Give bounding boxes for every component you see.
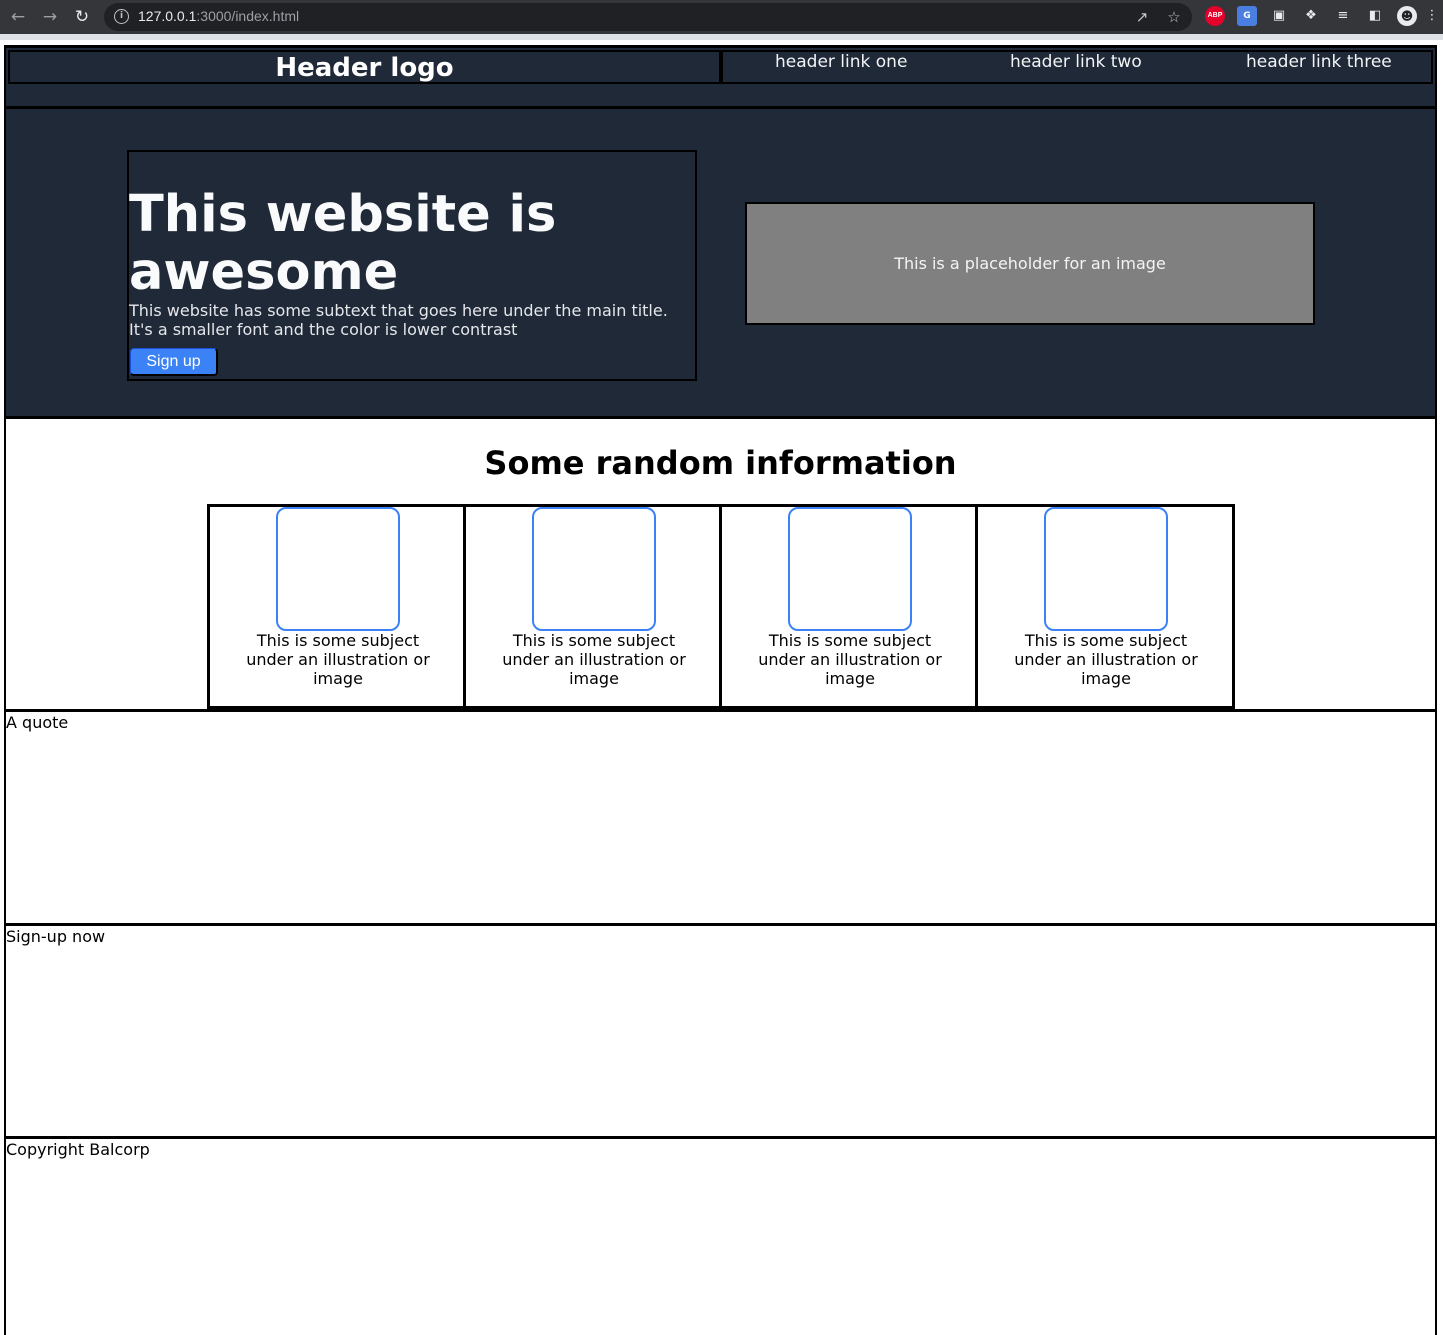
quote-section: A quote: [6, 709, 1435, 923]
header-link-two[interactable]: header link two: [1010, 52, 1142, 72]
page: Header logo header link one header link …: [4, 45, 1437, 1335]
hero-image-caption: This is a placeholder for an image: [894, 254, 1166, 273]
toolbar-divider: [0, 34, 1443, 40]
url-path: :3000/index.html: [196, 8, 300, 24]
info-card: This is some subject under an illustrati…: [722, 507, 978, 706]
signup-section: Sign-up now: [6, 923, 1435, 1136]
info-section: Some random information This is some sub…: [6, 422, 1435, 709]
signup-label: Sign-up now: [6, 927, 106, 946]
forward-icon[interactable]: →: [38, 5, 62, 29]
copyright-text: Copyright Balcorp: [6, 1140, 150, 1159]
adblock-icon[interactable]: ABP: [1205, 6, 1225, 26]
card-text: This is some subject under an illustrati…: [1014, 631, 1198, 688]
hero-title: This website is awesome: [129, 185, 557, 302]
header-logo[interactable]: Header logo: [10, 53, 719, 83]
header-link-one[interactable]: header link one: [775, 52, 907, 72]
header-link-three[interactable]: header link three: [1246, 52, 1392, 72]
header-links: header link one header link two header l…: [721, 50, 1433, 84]
translate-icon[interactable]: G: [1237, 6, 1257, 26]
quote-label: A quote: [6, 713, 69, 732]
info-icon[interactable]: i: [114, 9, 129, 24]
hero-section: This website is awesome This website has…: [6, 109, 1435, 419]
info-card: This is some subject under an illustrati…: [210, 507, 466, 706]
cast-icon[interactable]: ▣: [1269, 6, 1289, 26]
card-text: This is some subject under an illustrati…: [502, 631, 686, 688]
footer: Copyright Balcorp: [6, 1136, 1435, 1335]
card-text: This is some subject under an illustrati…: [758, 631, 942, 688]
card-illustration: [276, 507, 400, 631]
url-host: 127.0.0.1: [138, 8, 197, 24]
star-icon[interactable]: ☆: [1164, 7, 1184, 27]
extensions-icon[interactable]: ❖: [1301, 6, 1321, 26]
card-illustration: [1044, 507, 1168, 631]
profile-avatar[interactable]: ☻: [1397, 6, 1417, 26]
card-illustration: [532, 507, 656, 631]
info-cards: This is some subject under an illustrati…: [207, 504, 1235, 709]
card-text: This is some subject under an illustrati…: [246, 631, 430, 688]
card-illustration: [788, 507, 912, 631]
hero-image-placeholder: This is a placeholder for an image: [745, 202, 1315, 325]
reading-list-icon[interactable]: ≡: [1333, 6, 1353, 26]
logo-container: Header logo: [8, 50, 721, 84]
url-text[interactable]: 127.0.0.1:3000/index.html: [138, 8, 299, 24]
info-card: This is some subject under an illustrati…: [466, 507, 722, 706]
sign-up-button[interactable]: Sign up: [130, 348, 218, 376]
hero-text-block: This website is awesome This website has…: [127, 150, 697, 381]
back-icon[interactable]: ←: [6, 5, 30, 29]
address-bar[interactable]: i 127.0.0.1:3000/index.html ↗ ☆: [104, 3, 1192, 31]
info-title: Some random information: [484, 444, 957, 482]
reload-icon[interactable]: ↻: [70, 5, 94, 29]
menu-icon[interactable]: ⋮: [1425, 6, 1439, 26]
browser-toolbar: ← → ↻ i 127.0.0.1:3000/index.html ↗ ☆ AB…: [0, 0, 1443, 34]
side-panel-icon[interactable]: ◧: [1365, 6, 1385, 26]
hero-subtext: This website has some subtext that goes …: [129, 301, 668, 339]
share-icon[interactable]: ↗: [1132, 7, 1152, 27]
info-card: This is some subject under an illustrati…: [978, 507, 1232, 706]
site-header: Header logo header link one header link …: [6, 48, 1435, 109]
